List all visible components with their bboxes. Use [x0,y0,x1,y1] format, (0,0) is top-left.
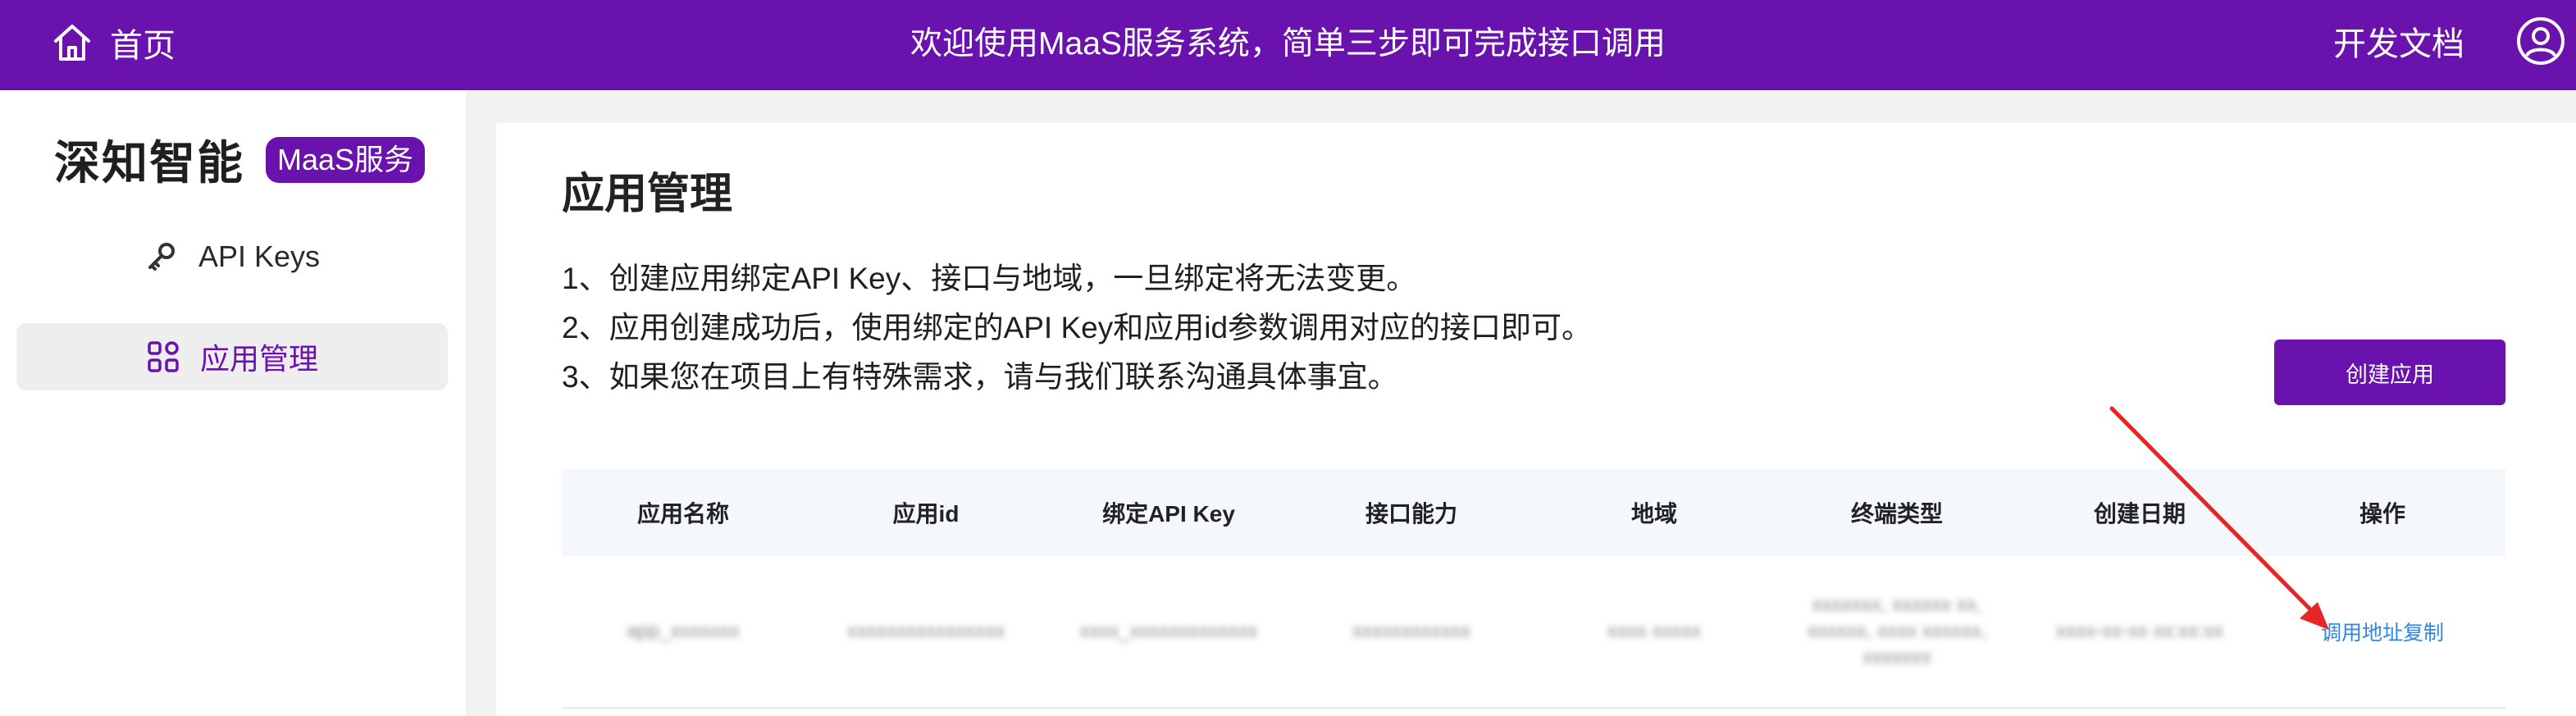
brand-badge: MaaS服务 [266,136,426,183]
app-table: 应用名称 应用id 绑定API Key 接口能力 地域 终端类型 创建日期 操作… [562,469,2505,709]
table-header: 应用名称 应用id 绑定API Key 接口能力 地域 终端类型 创建日期 操作 [562,469,2505,556]
instruction-line: 3、如果您在项目上有特殊需求，请与我们联系沟通具体事宜。 [562,360,1398,394]
instruction-line: 2、应用创建成功后，使用绑定的API Key和应用id参数调用对应的接口即可。 [562,311,1593,344]
column-header: 接口能力 [1365,501,1457,527]
welcome-banner: 欢迎使用MaaS服务系统，简单三步即可完成接口调用 [910,26,1666,62]
user-avatar-icon[interactable] [2516,16,2565,66]
blurred-value: xxxxxxx, xxxxxx xx, xxxxxx, xxxx xxxxxx,… [1807,594,1987,668]
sidebar-item-api-keys[interactable]: API Keys [16,223,448,290]
blurred-value: app_xxxxxxx [627,620,740,642]
cell-capability: xxxxxxxxxxxx [1290,556,1533,707]
blurred-value: xxxxxxxxxxxx [1352,620,1470,642]
grid-icon [148,341,179,372]
brand: 深知智能 MaaS服务 [54,126,426,193]
cell-app-name: app_xxxxxxx [562,556,805,707]
column-header: 应用名称 [636,501,729,527]
instruction-line: 1、创建应用绑定API Key、接口与地域，一旦绑定将无法变更。 [562,262,1417,295]
cell-app-id: xxxxxxxxxxxxxxxx [805,556,1047,707]
column-header: 创建日期 [2093,501,2186,527]
copy-endpoint-link[interactable]: 调用地址复制 [2321,617,2444,646]
blurred-value: xxxx xxxxx [1607,620,1702,642]
column-header: 操作 [2359,501,2405,527]
cell-actions: 调用地址复制 [2261,556,2504,707]
blurred-value: xxxxxxxxxxxxxxxx [847,620,1005,642]
column-header: 终端类型 [1850,501,1943,527]
cell-api-key: xxxx_xxxxxxxxxxxxx [1047,556,1290,707]
docs-link[interactable]: 开发文档 [2333,21,2464,67]
sidebar-item-app-management[interactable]: 应用管理 [16,323,448,390]
sidebar-item-label: API Keys [198,239,321,273]
column-header: 应用id [892,501,960,527]
key-icon [148,243,175,271]
blurred-value: xxxx-xx-xx xx:xx:xx [2056,620,2223,642]
cell-created-date: xxxx-xx-xx xx:xx:xx [2018,556,2261,707]
cell-terminal-type: xxxxxxx, xxxxxx xx, xxxxxx, xxxx xxxxxx,… [1776,556,2018,707]
cell-region: xxxx xxxxx [1533,556,1776,707]
blurred-value: xxxx_xxxxxxxxxxxxx [1079,620,1258,642]
page-title: 应用管理 [562,171,733,218]
sidebar: 深知智能 MaaS服务 API Keys 应用管理 [0,90,466,716]
table-row: app_xxxxxxx xxxxxxxxxxxxxxxx xxxx_xxxxxx… [562,556,2505,709]
instructions: 1、创建应用绑定API Key、接口与地域，一旦绑定将无法变更。 2、应用创建成… [562,254,1592,402]
column-header: 地域 [1630,501,1677,527]
sidebar-item-label: 应用管理 [199,342,318,376]
column-header: 绑定API Key [1102,501,1235,527]
main-panel: 应用管理 1、创建应用绑定API Key、接口与地域，一旦绑定将无法变更。 2、… [496,123,2576,716]
brand-name: 深知智能 [54,137,244,189]
create-app-button[interactable]: 创建应用 [2274,340,2505,405]
top-bar: 首页 欢迎使用MaaS服务系统，简单三步即可完成接口调用 开发文档 [0,0,2576,90]
